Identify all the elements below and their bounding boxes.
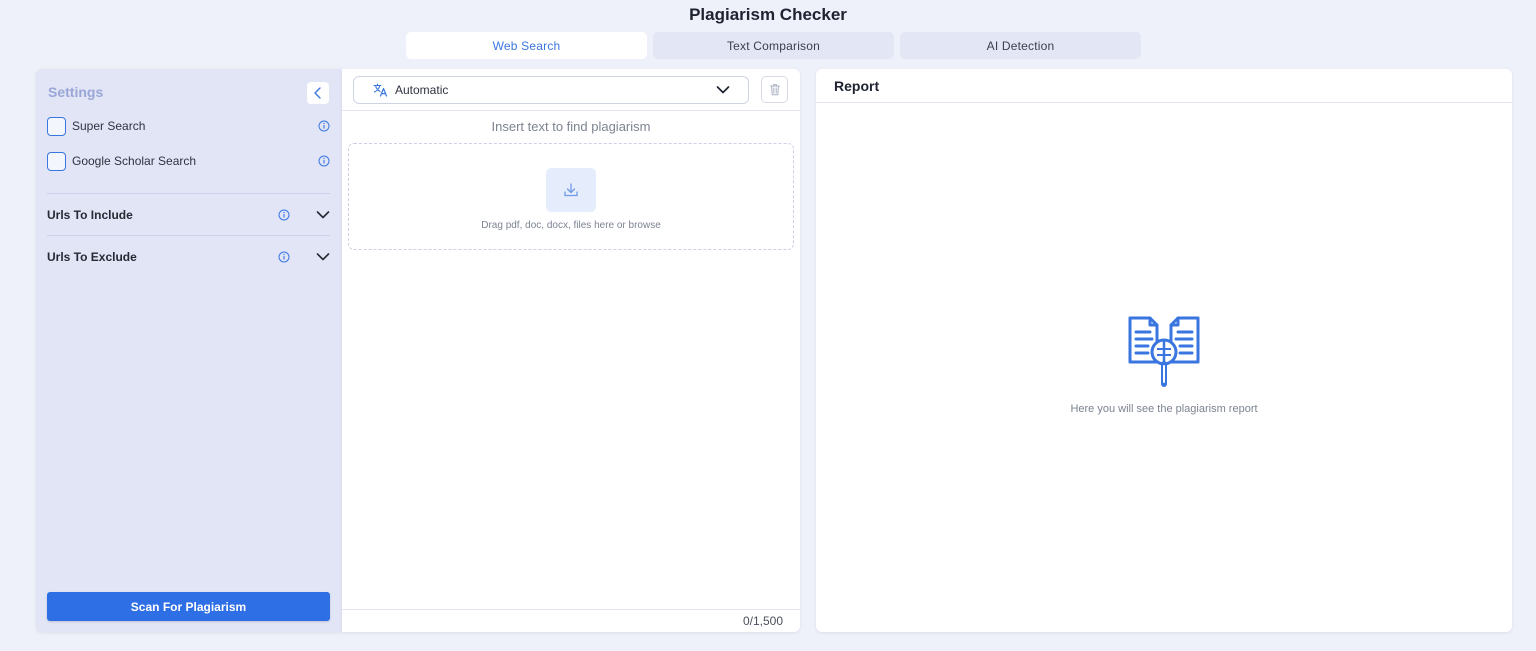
file-dropzone[interactable]: Drag pdf, doc, docx, files here or brows… <box>348 143 794 250</box>
info-icon[interactable] <box>278 251 290 263</box>
report-panel: Report Here you will see the plagiarism … <box>816 69 1512 632</box>
character-count: 0/1,500 <box>742 614 783 628</box>
google-scholar-option[interactable]: Google Scholar Search <box>47 151 330 171</box>
divider <box>342 110 800 111</box>
urls-exclude-label: Urls To Exclude <box>47 250 137 264</box>
info-icon[interactable] <box>318 155 330 167</box>
info-icon[interactable] <box>278 209 290 221</box>
language-value: Automatic <box>395 83 449 97</box>
download-icon <box>564 183 578 197</box>
google-scholar-checkbox[interactable] <box>47 151 66 171</box>
mode-tabs: Web Search Text Comparison AI Detection <box>406 32 1141 59</box>
documents-magnifier-icon <box>1128 316 1200 387</box>
chevron-left-icon <box>314 87 321 99</box>
language-select[interactable]: Automatic <box>353 76 749 104</box>
info-icon[interactable] <box>318 120 330 132</box>
text-input-placeholder[interactable]: Insert text to find plagiarism <box>342 119 800 134</box>
input-panel: Automatic Insert text to find plagiarism… <box>342 69 800 632</box>
translate-icon <box>373 83 388 97</box>
trash-icon <box>769 84 780 96</box>
tab-web-search[interactable]: Web Search <box>406 32 647 59</box>
settings-title: Settings <box>48 84 104 100</box>
tab-ai-detection[interactable]: AI Detection <box>900 32 1141 59</box>
divider <box>816 102 1512 103</box>
google-scholar-label: Google Scholar Search <box>72 154 197 168</box>
clear-text-button[interactable] <box>761 76 788 103</box>
dropzone-text: Drag pdf, doc, docx, files here or brows… <box>481 220 661 231</box>
chevron-down-icon <box>716 86 730 94</box>
urls-exclude-accordion[interactable]: Urls To Exclude <box>47 247 330 267</box>
super-search-label: Super Search <box>72 119 146 133</box>
tab-text-comparison[interactable]: Text Comparison <box>653 32 894 59</box>
chevron-down-icon[interactable] <box>316 210 330 220</box>
scan-button[interactable]: Scan For Plagiarism <box>47 592 330 621</box>
report-empty-state: Here you will see the plagiarism report <box>1070 403 1258 415</box>
divider <box>47 235 330 236</box>
urls-include-accordion[interactable]: Urls To Include <box>47 205 330 225</box>
divider <box>342 609 800 610</box>
report-title: Report <box>834 78 880 94</box>
settings-panel: Settings Super Search Google Scholar Sea… <box>36 69 342 632</box>
super-search-option[interactable]: Super Search <box>47 116 330 136</box>
collapse-settings-button[interactable] <box>307 82 329 104</box>
divider <box>47 193 330 194</box>
super-search-checkbox[interactable] <box>47 116 66 136</box>
chevron-down-icon[interactable] <box>316 252 330 262</box>
upload-button[interactable] <box>546 168 596 212</box>
urls-include-label: Urls To Include <box>47 208 133 222</box>
page-title: Plagiarism Checker <box>689 5 847 24</box>
